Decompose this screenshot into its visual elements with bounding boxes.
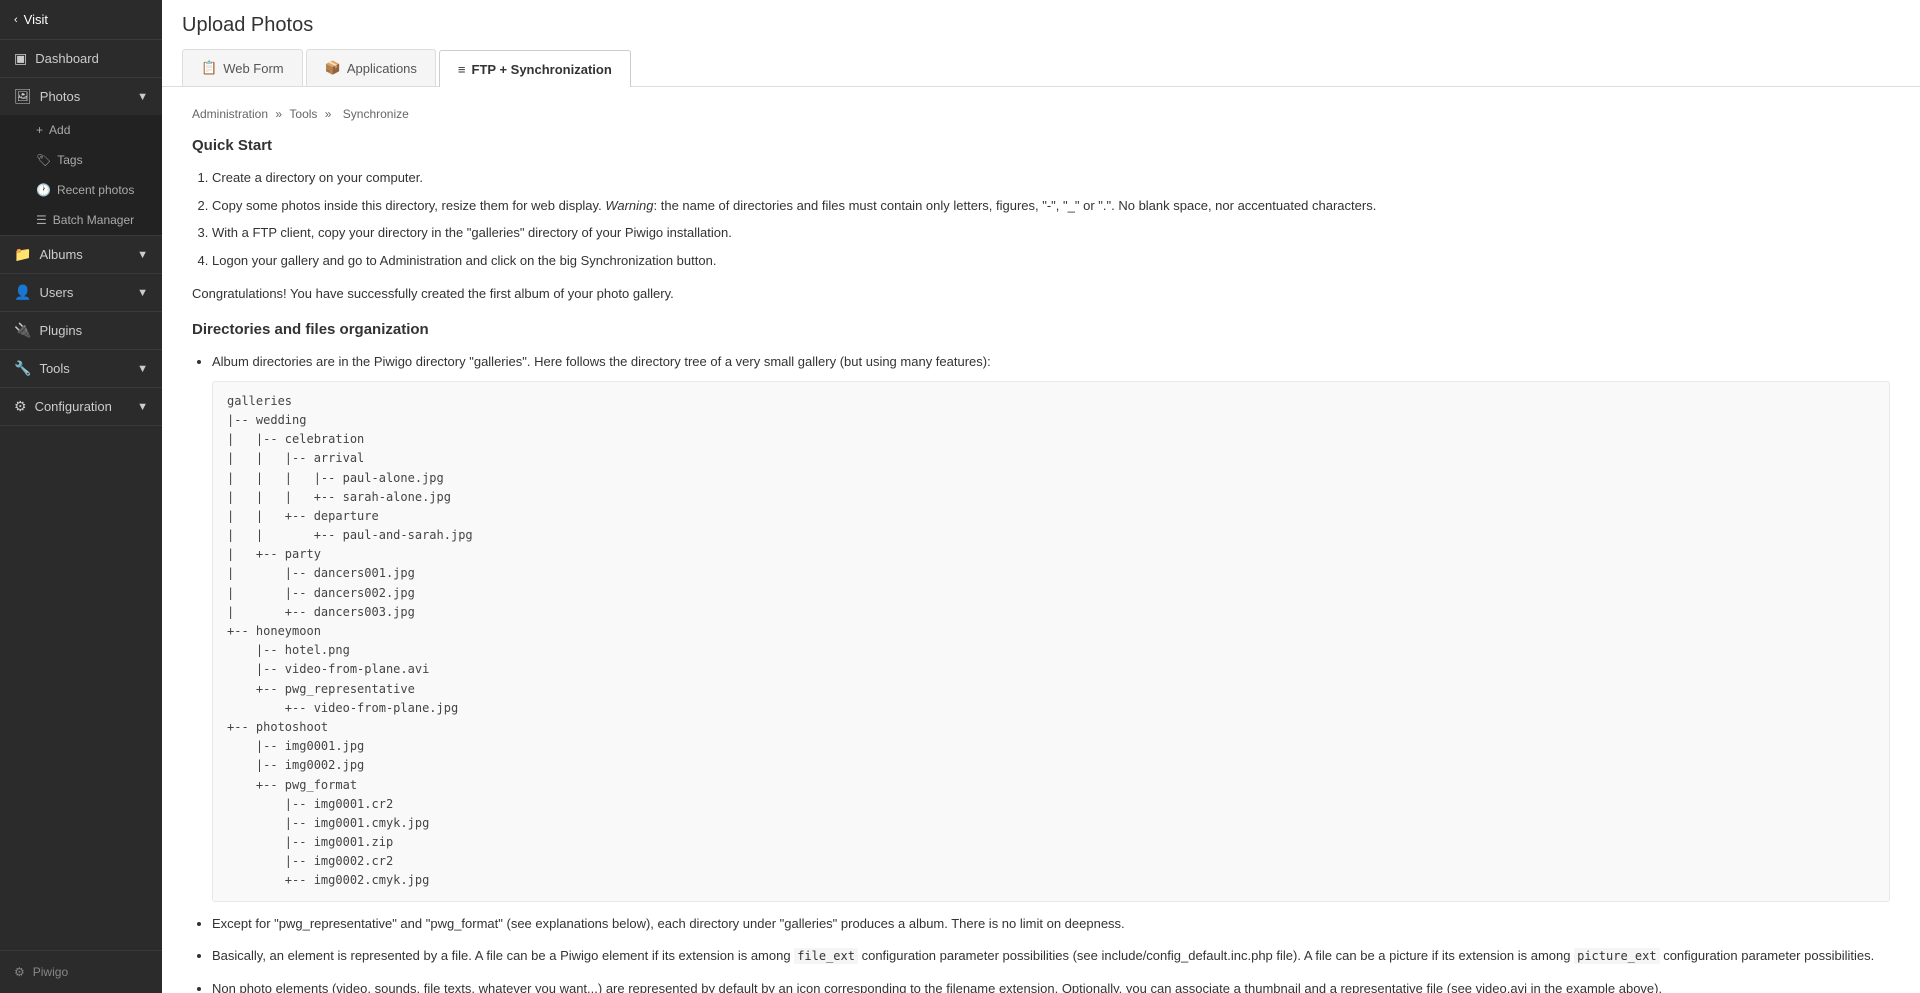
sidebar-item-label: Albums <box>39 247 82 262</box>
piwigo-logo-icon: ⚙ <box>14 965 25 979</box>
footer-label: Piwigo <box>33 965 68 979</box>
sidebar-section-photos: 🖼 Photos ▼ + Add 🏷 Tags 🕐 Recent photos … <box>0 78 162 236</box>
chevron-left-icon: ‹ <box>14 14 18 26</box>
content-area: Administration » Tools » Synchronize Qui… <box>162 87 1920 993</box>
quick-start-title: Quick Start <box>192 137 1890 154</box>
list-item: Album directories are in the Piwigo dire… <box>212 352 1890 902</box>
chevron-down-icon: ▼ <box>137 401 148 413</box>
sidebar-sub-label: Tags <box>57 153 82 167</box>
users-icon: 👤 <box>14 284 31 301</box>
sidebar-item-add[interactable]: + Add <box>0 115 162 145</box>
sidebar-item-label: Photos <box>40 89 80 104</box>
congratulations-text: Congratulations! You have successfully c… <box>192 286 1890 301</box>
dir-org-title: Directories and files organization <box>192 321 1890 338</box>
chevron-down-icon: ▼ <box>137 91 148 103</box>
sidebar-section-tools: 🔧 Tools ▼ <box>0 350 162 388</box>
sidebar-section-albums: 📁 Albums ▼ <box>0 236 162 274</box>
sidebar-item-dashboard[interactable]: ▣ Dashboard <box>0 40 162 77</box>
quick-start-list: Create a directory on your computer. Cop… <box>212 168 1890 270</box>
photos-icon: 🖼 <box>14 88 32 105</box>
sidebar-item-tools[interactable]: 🔧 Tools ▼ <box>0 350 162 387</box>
applications-icon: 📦 <box>325 60 341 76</box>
sidebar-sub-label: Add <box>49 123 70 137</box>
sidebar-item-plugins[interactable]: 🔌 Plugins <box>0 312 162 349</box>
sidebar: ‹ Visit ▣ Dashboard 🖼 Photos ▼ + Add 🏷 T… <box>0 0 162 993</box>
plugins-icon: 🔌 <box>14 322 31 339</box>
sidebar-item-batch-manager[interactable]: ☰ Batch Manager <box>0 205 162 235</box>
sidebar-section-configuration: ⚙ Configuration ▼ <box>0 388 162 426</box>
tags-icon: 🏷 <box>36 153 51 167</box>
sidebar-footer: ⚙ Piwigo <box>0 950 162 993</box>
sidebar-item-photos[interactable]: 🖼 Photos ▼ <box>0 78 162 115</box>
tab-label: Applications <box>347 61 417 76</box>
breadcrumb-sep2: » <box>325 107 335 121</box>
sidebar-section-plugins: 🔌 Plugins <box>0 312 162 350</box>
ftp-icon: ≡ <box>458 62 466 77</box>
sidebar-item-configuration[interactable]: ⚙ Configuration ▼ <box>0 388 162 425</box>
visit-label: Visit <box>24 12 48 27</box>
tab-applications[interactable]: 📦 Applications <box>306 49 436 86</box>
page-title: Upload Photos <box>182 14 1900 37</box>
sidebar-sub-label: Recent photos <box>57 183 134 197</box>
sidebar-item-recent-photos[interactable]: 🕐 Recent photos <box>0 175 162 205</box>
sidebar-item-label: Plugins <box>39 323 82 338</box>
list-item: Except for "pwg_representative" and "pwg… <box>212 914 1890 935</box>
main-content: Upload Photos 📋 Web Form 📦 Applications … <box>162 0 1920 993</box>
batch-icon: ☰ <box>36 213 47 227</box>
dir-tree: galleries |-- wedding | |-- celebration … <box>212 381 1890 902</box>
config-icon: ⚙ <box>14 398 27 415</box>
breadcrumb-admin[interactable]: Administration <box>192 107 268 121</box>
sidebar-sub-label: Batch Manager <box>53 213 134 227</box>
list-item: Non photo elements (video, sounds, file … <box>212 979 1890 993</box>
sidebar-item-label: Dashboard <box>35 51 99 66</box>
list-item: With a FTP client, copy your directory i… <box>212 223 1890 243</box>
chevron-down-icon: ▼ <box>137 287 148 299</box>
clock-icon: 🕐 <box>36 183 51 197</box>
chevron-down-icon: ▼ <box>137 363 148 375</box>
tab-web-form[interactable]: 📋 Web Form <box>182 49 303 86</box>
tab-label: FTP + Synchronization <box>472 62 612 77</box>
albums-icon: 📁 <box>14 246 31 263</box>
visit-button[interactable]: ‹ Visit <box>0 0 162 40</box>
breadcrumb-sep1: » <box>275 107 285 121</box>
dashboard-icon: ▣ <box>14 50 27 67</box>
breadcrumb-sync: Synchronize <box>343 107 409 121</box>
breadcrumb: Administration » Tools » Synchronize <box>192 107 1890 121</box>
list-item: Copy some photos inside this directory, … <box>212 196 1890 216</box>
list-item: Basically, an element is represented by … <box>212 946 1890 967</box>
list-item: Logon your gallery and go to Administrat… <box>212 251 1890 271</box>
tab-label: Web Form <box>223 61 283 76</box>
dir-org-list: Album directories are in the Piwigo dire… <box>212 352 1890 993</box>
sidebar-section-users: 👤 Users ▼ <box>0 274 162 312</box>
sidebar-photos-submenu: + Add 🏷 Tags 🕐 Recent photos ☰ Batch Man… <box>0 115 162 235</box>
sidebar-item-tags[interactable]: 🏷 Tags <box>0 145 162 175</box>
tab-ftp-sync[interactable]: ≡ FTP + Synchronization <box>439 50 631 87</box>
sidebar-item-users[interactable]: 👤 Users ▼ <box>0 274 162 311</box>
breadcrumb-tools[interactable]: Tools <box>289 107 317 121</box>
add-icon: + <box>36 123 43 137</box>
sidebar-item-label: Tools <box>39 361 69 376</box>
list-item: Create a directory on your computer. <box>212 168 1890 188</box>
chevron-down-icon: ▼ <box>137 249 148 261</box>
page-header: Upload Photos 📋 Web Form 📦 Applications … <box>162 0 1920 87</box>
sidebar-item-label: Configuration <box>35 399 112 414</box>
sidebar-item-label: Users <box>39 285 73 300</box>
web-form-icon: 📋 <box>201 60 217 76</box>
tabs-bar: 📋 Web Form 📦 Applications ≡ FTP + Synchr… <box>182 49 1900 86</box>
tools-icon: 🔧 <box>14 360 31 377</box>
sidebar-item-albums[interactable]: 📁 Albums ▼ <box>0 236 162 273</box>
sidebar-section-dashboard: ▣ Dashboard <box>0 40 162 78</box>
